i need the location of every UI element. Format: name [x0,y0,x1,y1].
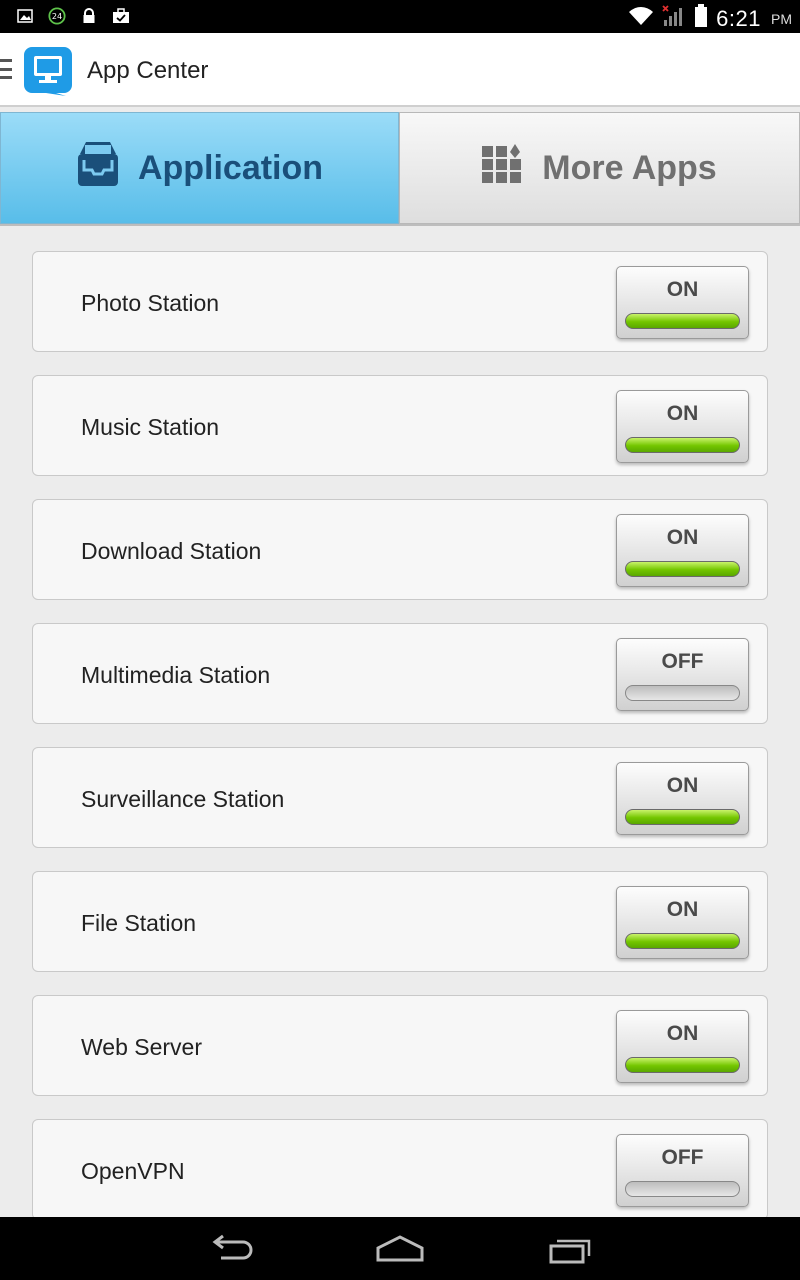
app-list[interactable]: Photo Station ON Music Station ON Downlo… [32,251,768,1217]
tab-application[interactable]: Application [0,112,399,224]
toggle-state: ON [666,278,699,301]
toggle-file-station[interactable]: ON [616,886,749,959]
toggle-state: OFF [661,650,704,673]
home-icon[interactable] [370,1231,430,1267]
clock-ampm: PM [771,10,792,27]
toggle-indicator [625,685,740,701]
toggle-indicator [625,437,740,453]
toggle-indicator [625,313,740,329]
toggle-multimedia-station[interactable]: OFF [616,638,749,711]
lock-icon [80,7,98,25]
toggle-state: ON [666,526,699,549]
app-name: Photo Station [81,290,220,316]
toggle-indicator [625,1181,740,1197]
notification-badge-icon: 24 [48,7,66,25]
tab-application-label: Application [137,148,324,187]
list-item-multimedia-station: Multimedia Station OFF [32,623,768,724]
list-item-openvpn: OpenVPN OFF [32,1119,768,1217]
toggle-surveillance-station[interactable]: ON [616,762,749,835]
action-bar: App Center [0,33,800,107]
recent-apps-icon[interactable] [540,1231,600,1267]
notification-badge-count: 24 [52,11,62,21]
app-name: Download Station [81,538,262,564]
list-item-photo-station: Photo Station ON [32,251,768,352]
tab-more-apps[interactable]: More Apps [399,112,800,224]
briefcase-check-icon [112,7,130,25]
app-name: File Station [81,910,197,936]
app-name: Surveillance Station [81,786,285,812]
tab-bar: Application More Apps [0,112,800,226]
list-item-file-station: File Station ON [32,871,768,972]
wifi-icon [628,6,654,31]
toggle-indicator [625,809,740,825]
app-title: App Center [87,57,209,84]
navigation-bar [0,1217,800,1280]
battery-icon [694,4,708,33]
toggle-indicator [625,1057,740,1073]
app-name: Web Server [81,1034,203,1060]
signal-icon [662,5,686,32]
list-item-surveillance-station: Surveillance Station ON [32,747,768,848]
grid-icon [482,143,524,193]
toggle-state: ON [666,1022,699,1045]
gallery-icon [16,7,34,25]
toggle-indicator [625,933,740,949]
toggle-state: ON [666,402,699,425]
toggle-download-station[interactable]: ON [616,514,749,587]
toggle-indicator [625,561,740,577]
status-bar: 24 6:21 PM [0,0,800,33]
tab-more-apps-label: More Apps [542,148,717,187]
drawer-menu-icon[interactable] [0,59,14,79]
toggle-state: ON [666,774,699,797]
list-item-music-station: Music Station ON [32,375,768,476]
toggle-music-station[interactable]: ON [616,390,749,463]
list-item-web-server: Web Server ON [32,995,768,1096]
list-item-download-station: Download Station ON [32,499,768,600]
toggle-photo-station[interactable]: ON [616,266,749,339]
clock-time: 6:21 [716,5,761,31]
inbox-tray-icon [76,140,120,197]
app-name: OpenVPN [81,1158,185,1184]
app-name: Multimedia Station [81,662,271,688]
toggle-openvpn[interactable]: OFF [616,1134,749,1207]
toggle-state: ON [666,898,699,921]
back-icon[interactable] [200,1231,260,1267]
monitor-chat-icon[interactable] [22,45,74,97]
toggle-web-server[interactable]: ON [616,1010,749,1083]
toggle-state: OFF [661,1146,704,1169]
app-name: Music Station [81,414,220,440]
